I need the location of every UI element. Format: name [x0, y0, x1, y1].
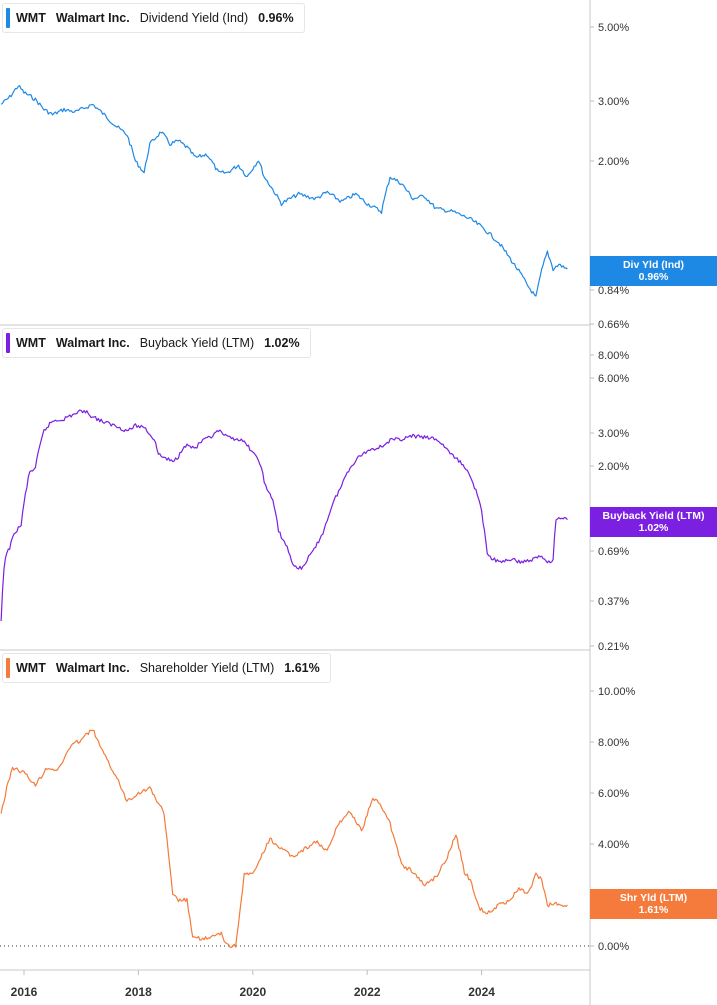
y-tick-label: 6.00% — [598, 373, 629, 385]
legend-ticker: WMT — [16, 336, 46, 350]
y-tick-label: 0.21% — [598, 641, 629, 653]
badge-label: Div Yld (Ind) — [622, 259, 685, 271]
legend-value: 1.02% — [264, 336, 300, 350]
y-tick-label: 3.00% — [598, 96, 629, 108]
y-tick-label: 0.37% — [598, 596, 629, 608]
x-tick-label: 2024 — [468, 985, 495, 999]
series-color-swatch — [6, 333, 10, 353]
legend-company: Walmart Inc. — [55, 336, 130, 350]
legend-dividend-yield: WMT Walmart Inc. Dividend Yield (Ind) 0.… — [2, 3, 305, 33]
series-color-swatch — [6, 8, 10, 28]
y-tick-label: 4.00% — [598, 839, 629, 851]
current-value-badge-dividend: Div Yld (Ind) 0.96% — [590, 256, 717, 286]
y-tick-label: 2.00% — [598, 461, 629, 473]
y-tick-label: 0.84% — [598, 285, 629, 297]
current-value-badge-shareholder: Shr Yld (LTM) 1.61% — [590, 889, 717, 919]
legend-value: 0.96% — [258, 11, 294, 25]
badge-value: 1.02% — [638, 522, 669, 534]
series-line-2 — [0, 729, 568, 948]
legend-metric: Dividend Yield (Ind) — [139, 11, 249, 25]
badge-value: 0.96% — [638, 271, 669, 283]
y-tick-label: 2.00% — [598, 156, 629, 168]
x-tick-label: 2018 — [125, 985, 152, 999]
x-tick-label: 2022 — [354, 985, 381, 999]
series-color-swatch — [6, 658, 10, 678]
yield-charts: 5.00% 3.00% 2.00% 0.84% 0.66% 8.00% 6.00% 3.00%… — [0, 0, 636, 1005]
badge-value: 1.61% — [638, 904, 669, 916]
badge-label: Buyback Yield (LTM) — [602, 510, 705, 522]
legend-metric: Buyback Yield (LTM) — [139, 336, 255, 350]
legend-company: Walmart Inc. — [55, 661, 130, 675]
x-tick-label: 2020 — [239, 985, 266, 999]
y-tick-label: 10.00% — [598, 686, 636, 698]
y-tick-label: 6.00% — [598, 788, 629, 800]
y-tick-label: 5.00% — [598, 22, 629, 34]
legend-ticker: WMT — [16, 661, 46, 675]
legend-ticker: WMT — [16, 11, 46, 25]
y-tick-label: 0.69% — [598, 546, 629, 558]
y-tick-label: 0.66% — [598, 319, 629, 331]
y-tick-label: 8.00% — [598, 350, 629, 362]
legend-buyback-yield: WMT Walmart Inc. Buyback Yield (LTM) 1.0… — [2, 328, 311, 358]
y-tick-label: 8.00% — [598, 737, 629, 749]
legend-metric: Shareholder Yield (LTM) — [139, 661, 275, 675]
legend-shareholder-yield: WMT Walmart Inc. Shareholder Yield (LTM)… — [2, 653, 331, 683]
x-tick-label: 2016 — [11, 985, 38, 999]
badge-label: Shr Yld (LTM) — [619, 892, 688, 904]
y-tick-label: 0.00% — [598, 941, 629, 953]
series-line-1 — [0, 409, 568, 622]
legend-company: Walmart Inc. — [55, 11, 130, 25]
series-line-0 — [0, 85, 568, 297]
legend-value: 1.61% — [284, 661, 320, 675]
current-value-badge-buyback: Buyback Yield (LTM) 1.02% — [590, 507, 717, 537]
y-tick-label: 3.00% — [598, 428, 629, 440]
